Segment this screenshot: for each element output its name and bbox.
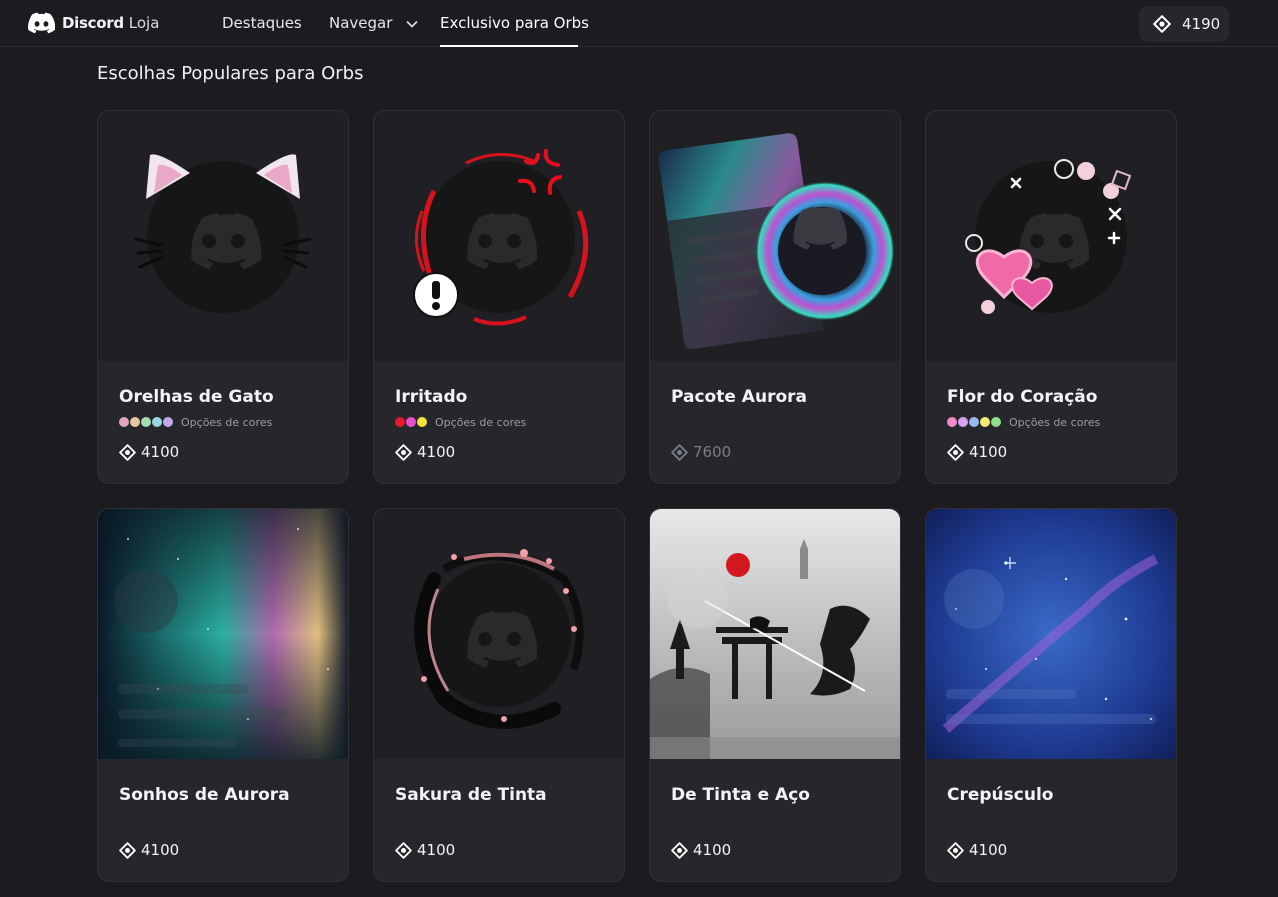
product-price: 4100 bbox=[119, 841, 179, 859]
product-preview bbox=[926, 509, 1176, 759]
price-value: 4100 bbox=[141, 443, 180, 461]
price-value: 4100 bbox=[141, 841, 180, 859]
product-price: 4100 bbox=[395, 841, 455, 859]
nav-navegar[interactable]: Navegar bbox=[329, 14, 418, 32]
color-swatch bbox=[417, 417, 427, 427]
ink-and-steel-profile-icon bbox=[650, 509, 900, 759]
product-price: 4100 bbox=[947, 841, 1007, 859]
product-card-flor-do-coracao[interactable]: Flor do Coração Opções de cores 4100 bbox=[925, 110, 1177, 484]
active-tab-indicator bbox=[440, 45, 578, 47]
color-swatch bbox=[119, 417, 129, 427]
product-name: Irritado bbox=[395, 387, 468, 407]
product-preview bbox=[98, 509, 348, 759]
product-preview bbox=[926, 111, 1176, 361]
color-swatch bbox=[406, 417, 416, 427]
product-name: De Tinta e Aço bbox=[671, 785, 810, 805]
orb-icon bbox=[1153, 15, 1171, 33]
color-swatch bbox=[969, 417, 979, 427]
product-price: 4100 bbox=[395, 443, 455, 461]
product-name: Flor do Coração bbox=[947, 387, 1098, 407]
orb-icon bbox=[671, 443, 688, 461]
price-value: 4100 bbox=[417, 841, 456, 859]
price-value: 4100 bbox=[969, 841, 1008, 859]
product-preview bbox=[650, 509, 900, 759]
product-card-pacote-aurora[interactable]: Pacote Aurora 7600 bbox=[649, 110, 901, 484]
color-options-label: Opções de cores bbox=[1009, 415, 1101, 429]
product-card-orelhas-de-gato[interactable]: Orelhas de Gato Opções de cores 4100 bbox=[97, 110, 349, 484]
discord-logo-icon bbox=[28, 12, 55, 34]
nav-label: Navegar bbox=[329, 14, 393, 32]
product-name: Orelhas de Gato bbox=[119, 387, 274, 407]
orb-icon bbox=[395, 841, 412, 859]
heart-flower-avatar-icon bbox=[965, 159, 1132, 314]
color-swatch bbox=[958, 417, 968, 427]
product-price: 4100 bbox=[119, 443, 179, 461]
price-value: 4100 bbox=[969, 443, 1008, 461]
price-value: 7600 bbox=[693, 443, 732, 461]
product-card-sakura-de-tinta[interactable]: Sakura de Tinta 4100 bbox=[373, 508, 625, 882]
product-preview bbox=[650, 111, 900, 361]
brand-name: Discord bbox=[62, 14, 124, 32]
orb-balance[interactable]: 4190 bbox=[1139, 6, 1229, 42]
orb-balance-value: 4190 bbox=[1182, 15, 1221, 33]
twilight-profile-icon bbox=[926, 509, 1176, 759]
color-swatch bbox=[980, 417, 990, 427]
aurora-bundle-icon bbox=[658, 133, 895, 350]
nav-destaques[interactable]: Destaques bbox=[222, 14, 302, 32]
orb-icon bbox=[947, 443, 964, 461]
brand-sub: Loja bbox=[128, 14, 160, 32]
nav-label: Destaques bbox=[222, 14, 302, 32]
color-options[interactable]: Opções de cores bbox=[395, 415, 526, 429]
product-price: 4100 bbox=[671, 841, 731, 859]
color-swatch bbox=[130, 417, 140, 427]
color-options-label: Opções de cores bbox=[181, 415, 273, 429]
discord-shop-logo[interactable]: Discord Loja bbox=[28, 11, 159, 35]
orb-icon bbox=[395, 443, 412, 461]
product-card-irritado[interactable]: Irritado Opções de cores 4100 bbox=[373, 110, 625, 484]
aurora-dreams-profile-icon bbox=[98, 509, 348, 759]
orb-icon bbox=[119, 443, 136, 461]
angry-avatar-icon bbox=[413, 149, 589, 326]
product-card-sonhos-de-aurora[interactable]: Sonhos de Aurora 4100 bbox=[97, 508, 349, 882]
color-swatch bbox=[163, 417, 173, 427]
price-value: 4100 bbox=[417, 443, 456, 461]
product-price: 7600 bbox=[671, 443, 731, 461]
ink-sakura-avatar-icon bbox=[414, 549, 584, 729]
product-preview bbox=[374, 111, 624, 361]
product-card-crepusculo[interactable]: Crepúsculo 4100 bbox=[925, 508, 1177, 882]
orb-icon bbox=[947, 841, 964, 859]
color-options-label: Opções de cores bbox=[435, 415, 527, 429]
color-swatch bbox=[141, 417, 151, 427]
product-price: 4100 bbox=[947, 443, 1007, 461]
color-swatch bbox=[395, 417, 405, 427]
nav-exclusivo-orbs[interactable]: Exclusivo para Orbs bbox=[440, 14, 589, 32]
color-swatch bbox=[947, 417, 957, 427]
color-options[interactable]: Opções de cores bbox=[119, 415, 272, 429]
product-preview bbox=[98, 111, 348, 361]
product-name: Pacote Aurora bbox=[671, 387, 807, 407]
price-value: 4100 bbox=[693, 841, 732, 859]
product-name: Crepúsculo bbox=[947, 785, 1054, 805]
product-name: Sonhos de Aurora bbox=[119, 785, 290, 805]
color-options[interactable]: Opções de cores bbox=[947, 415, 1100, 429]
cat-ears-avatar-icon bbox=[134, 154, 312, 313]
product-preview bbox=[374, 509, 624, 759]
product-card-de-tinta-e-aco[interactable]: De Tinta e Aço 4100 bbox=[649, 508, 901, 882]
section-title: Escolhas Populares para Orbs bbox=[97, 63, 364, 84]
color-swatch bbox=[991, 417, 1001, 427]
orb-icon bbox=[671, 841, 688, 859]
color-swatch bbox=[152, 417, 162, 427]
orb-icon bbox=[119, 841, 136, 859]
product-name: Sakura de Tinta bbox=[395, 785, 547, 805]
chevron-down-icon bbox=[406, 20, 418, 28]
top-nav: Discord Loja Destaques Navegar Exclusivo… bbox=[0, 0, 1278, 47]
nav-label: Exclusivo para Orbs bbox=[440, 14, 589, 32]
